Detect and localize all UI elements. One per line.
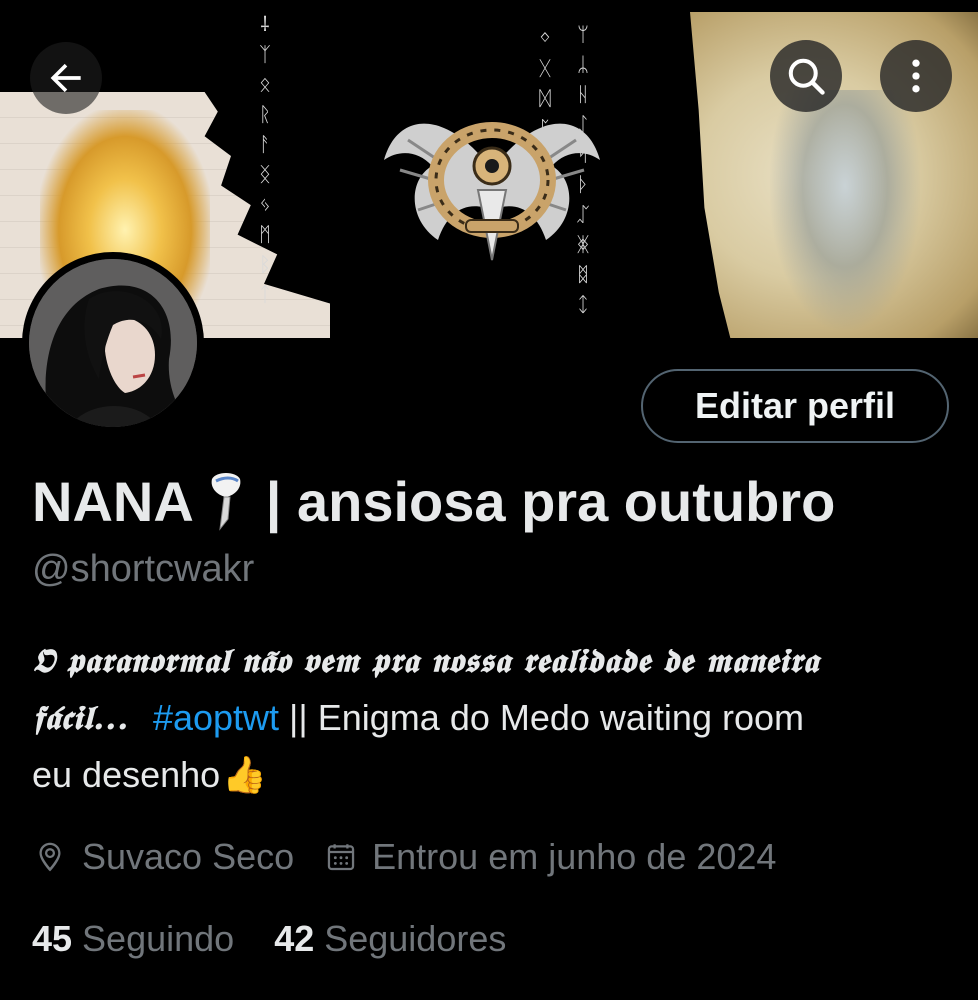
knife-icon [211, 473, 241, 531]
more-options-button[interactable] [880, 40, 952, 112]
location-text: Suvaco Seco [82, 836, 295, 877]
following-link[interactable]: 45 Seguindo [32, 918, 234, 960]
location-item: Suvaco Seco [32, 836, 294, 878]
display-name: NANA | ansiosa pra outubro [32, 468, 835, 534]
followers-label: Seguidores [324, 918, 507, 959]
bio-hashtag-link[interactable]: #aoptwt [153, 689, 279, 746]
bio-text-3: eu desenho [32, 754, 221, 795]
edit-profile-label: Editar perfil [694, 385, 896, 426]
bio-line-3: eu desenho 👍 [32, 746, 962, 803]
more-vertical-icon [912, 59, 920, 93]
bio-line-1: 𝕺 𝖕𝖆𝖗𝖆𝖓𝖔𝖗𝖒𝖆𝖑 𝖓𝖆̃𝖔 𝖛𝖊𝖒 𝖕𝖗𝖆 𝖓𝖔𝖘𝖘𝖆 𝖗𝖊𝖆𝖑𝖎𝖉𝖆𝖉… [32, 632, 962, 689]
search-icon [788, 58, 825, 95]
banner-glyph-column-left: ⸸ ᛉ ᛟ ᚱ ᚨ ᛝ ᛃ ᛗ ᛒ ᛏ [259, 12, 271, 306]
following-label: Seguindo [82, 918, 235, 959]
display-name-prefix: NANA [32, 469, 194, 533]
location-pin-icon [39, 842, 61, 872]
bio-gothic-text-2: 𝖋𝖆́𝖈𝖎𝖑... [32, 698, 129, 737]
profile-bio: 𝕺 𝖕𝖆𝖗𝖆𝖓𝖔𝖗𝖒𝖆𝖑 𝖓𝖆̃𝖔 𝖛𝖊𝖒 𝖕𝖗𝖆 𝖓𝖔𝖘𝖘𝖆 𝖗𝖊𝖆𝖑𝖎𝖉𝖆𝖉… [32, 632, 962, 803]
profile-meta: Suvaco Seco Entrou em junho de 2024 [32, 836, 776, 878]
joined-date-text: Entrou em junho de 2024 [372, 836, 777, 877]
followers-link[interactable]: 42 Seguidores [274, 918, 506, 960]
banner-smoke-illustration [770, 90, 920, 330]
calendar-icon [327, 844, 355, 871]
followers-count: 42 [274, 918, 315, 959]
avatar[interactable] [22, 252, 204, 434]
search-button[interactable] [770, 40, 842, 112]
bio-gothic-text-1: 𝕺 𝖕𝖆𝖗𝖆𝖓𝖔𝖗𝖒𝖆𝖑 𝖓𝖆̃𝖔 𝖛𝖊𝖒 𝖕𝖗𝖆 𝖓𝖔𝖘𝖘𝖆 𝖗𝖊𝖆𝖑𝖎𝖉𝖆𝖉… [32, 641, 819, 680]
edit-profile-button[interactable]: Editar perfil [641, 369, 949, 443]
joined-date-item: Entrou em junho de 2024 [324, 836, 776, 878]
banner-winged-emblem [384, 122, 600, 261]
arrow-left-icon [50, 63, 81, 93]
bio-text-2: || Enigma do Medo waiting room [289, 697, 804, 738]
bio-line-2: 𝖋𝖆́𝖈𝖎𝖑... #aoptwt || Enigma do Medo wait… [32, 689, 962, 746]
back-button[interactable] [30, 42, 102, 114]
display-name-suffix: | ansiosa pra outubro [265, 469, 836, 533]
username-handle: @shortcwakr [32, 548, 255, 590]
avatar-image [29, 259, 197, 427]
follow-stats: 45 Seguindo 42 Seguidores [32, 918, 546, 960]
thumbs-up-icon: 👍 [222, 754, 268, 795]
following-count: 45 [32, 918, 73, 959]
